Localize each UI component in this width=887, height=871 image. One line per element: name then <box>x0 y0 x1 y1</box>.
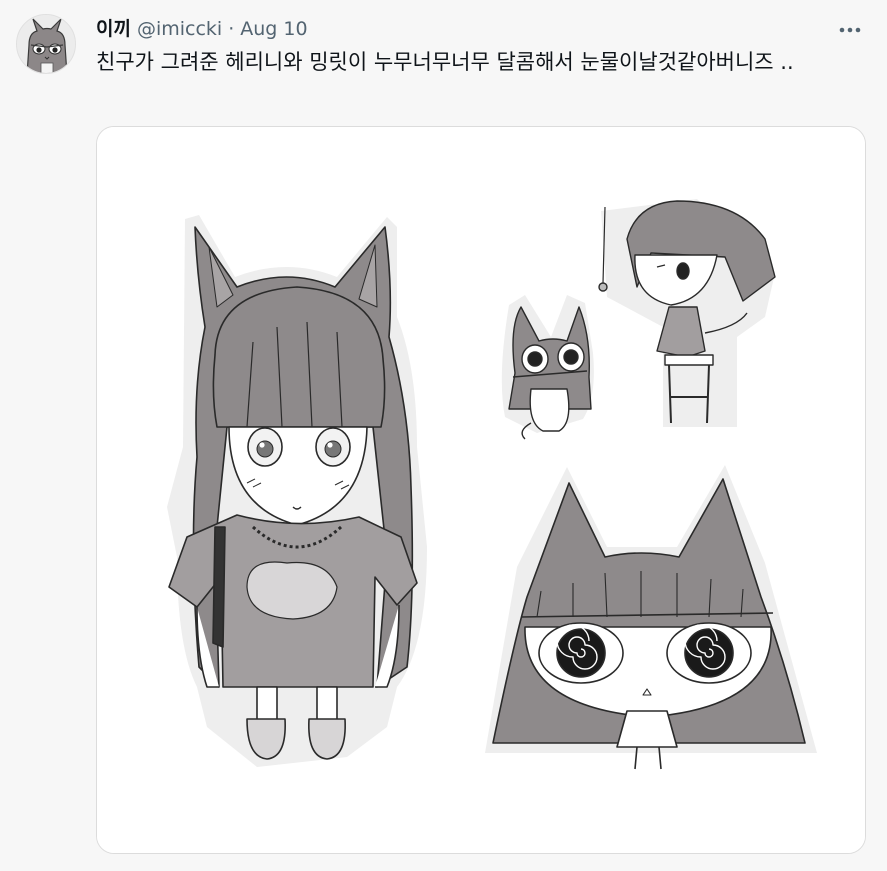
tweet-text: 친구가 그려준 헤리니와 밍릿이 누무너무너무 달콤해서 눈물이날것같아버니즈 … <box>96 50 794 74</box>
girl-figure-drawing <box>167 215 427 767</box>
avatar-cat-icon <box>17 15 75 73</box>
author-display-name[interactable]: 이끼 <box>96 14 131 41</box>
tweet-media-image[interactable] <box>96 126 866 854</box>
more-button[interactable] <box>835 18 865 42</box>
tweet-header: 이끼 @imiccki · Aug 10 <box>96 14 308 42</box>
avatar[interactable] <box>16 14 76 74</box>
more-horizontal-icon <box>839 27 861 33</box>
illustration-image <box>97 127 865 853</box>
author-handle[interactable]: @imiccki <box>137 18 222 40</box>
tweet: 이끼 @imiccki · Aug 10 친구가 그려준 헤리니와 밍릿이 누무… <box>0 0 887 871</box>
header-separator: · <box>228 18 235 40</box>
tweet-date[interactable]: Aug 10 <box>240 18 307 40</box>
